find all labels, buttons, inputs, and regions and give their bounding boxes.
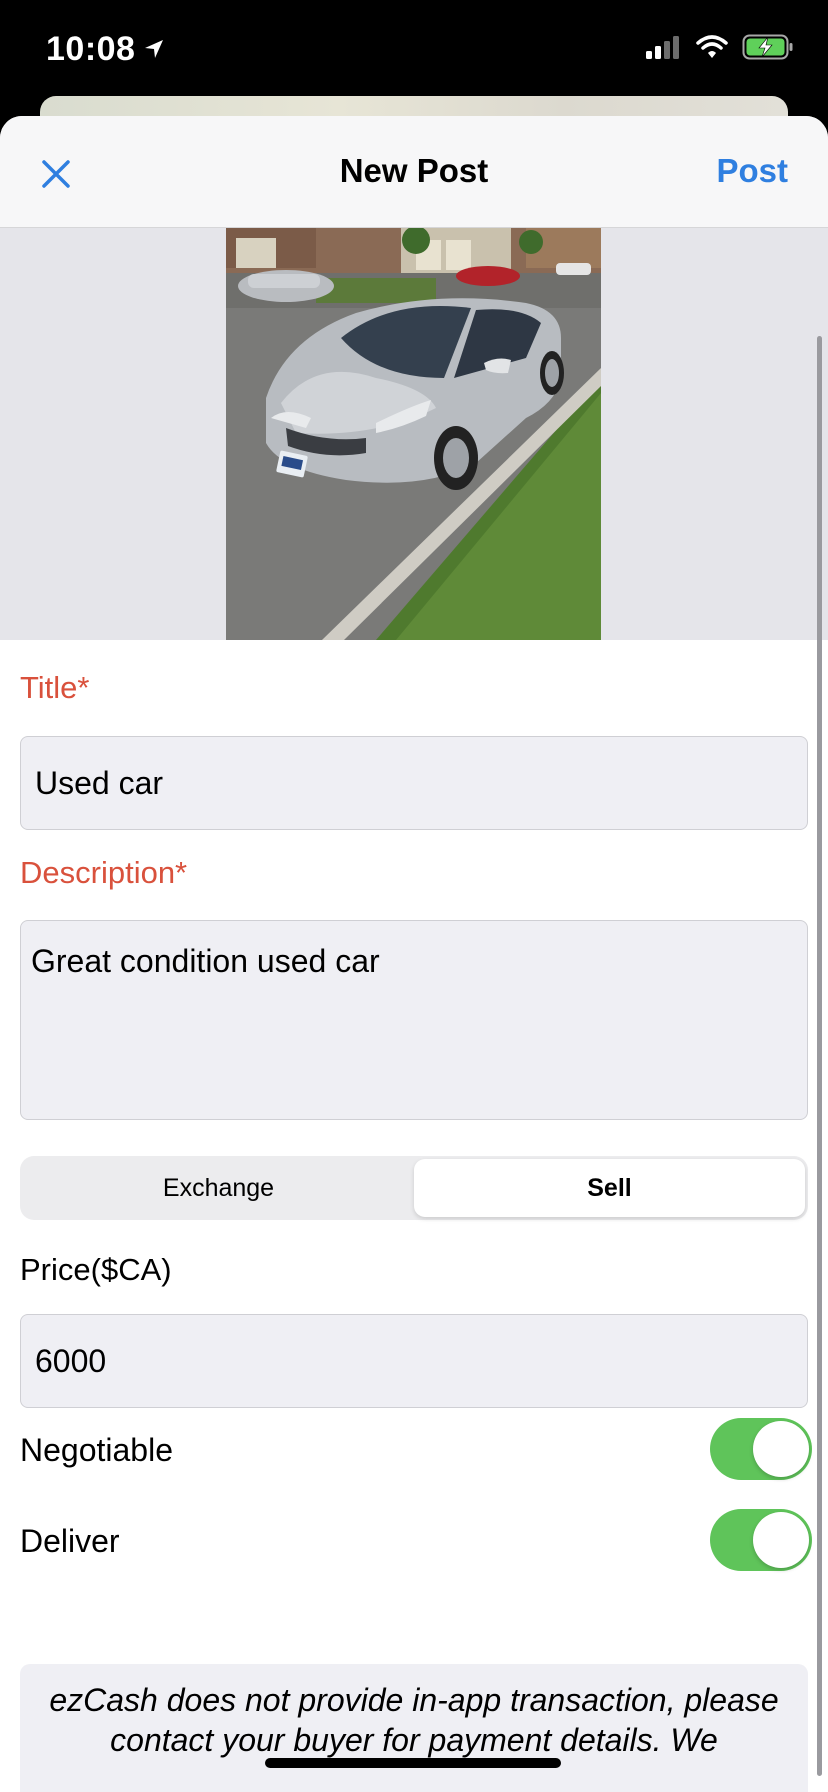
negotiable-toggle-knob — [753, 1421, 809, 1477]
new-post-sheet: New Post Post Title* Used car Descriptio… — [0, 116, 828, 1792]
segment-exchange[interactable]: Exchange — [23, 1159, 414, 1217]
description-field[interactable]: Great condition used car — [20, 920, 808, 1120]
deliver-label: Deliver — [20, 1523, 120, 1559]
home-indicator — [265, 1758, 561, 1768]
deliver-toggle[interactable] — [710, 1509, 812, 1571]
post-button[interactable]: Post — [716, 152, 788, 190]
transaction-notice: ezCash does not provide in-app transacti… — [20, 1664, 808, 1792]
scroll-indicator — [817, 336, 822, 1776]
photo-area — [0, 228, 828, 640]
price-label: Price($CA) — [20, 1252, 172, 1287]
car-photo[interactable] — [226, 228, 601, 640]
negotiable-label: Negotiable — [20, 1432, 173, 1468]
description-label: Description* — [20, 855, 188, 890]
status-time: 10:08 — [46, 30, 136, 68]
deliver-toggle-knob — [753, 1512, 809, 1568]
status-time-group: 10:08 — [46, 30, 165, 69]
nav-bar: New Post Post — [0, 116, 828, 228]
battery-charging-icon — [742, 34, 794, 65]
negotiable-toggle[interactable] — [710, 1418, 812, 1480]
location-arrow-icon — [143, 30, 165, 69]
price-field[interactable]: 6000 — [20, 1314, 808, 1408]
title-label: Title* — [20, 670, 90, 705]
status-icons — [646, 34, 794, 65]
page-title: New Post — [339, 152, 489, 189]
cellular-signal-icon — [646, 35, 682, 64]
mode-segmented-control: Exchange Sell — [20, 1156, 808, 1220]
title-field[interactable]: Used car — [20, 736, 808, 830]
wifi-icon — [696, 35, 728, 64]
segment-sell[interactable]: Sell — [414, 1159, 805, 1217]
screen: 10:08 New Post Post Title* Used car Desc… — [0, 0, 828, 1792]
status-bar: 10:08 — [0, 0, 828, 96]
car-photo-image — [226, 228, 601, 640]
